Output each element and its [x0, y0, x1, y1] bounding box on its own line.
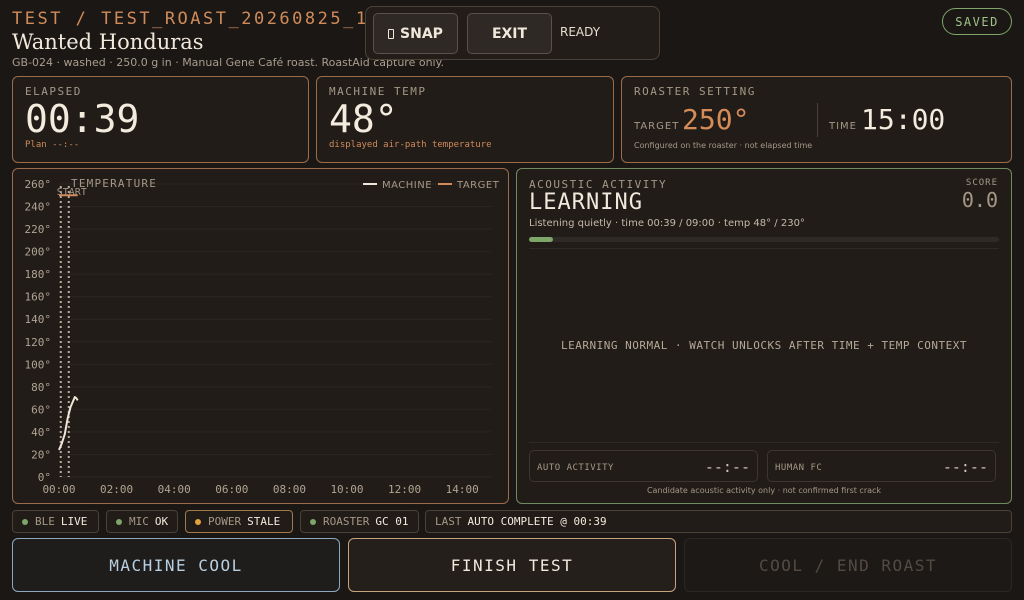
last-label: LAST — [435, 515, 462, 528]
roaster-status: ROASTER GC 01 — [300, 510, 419, 533]
mic-status: MIC OK — [106, 510, 178, 533]
learning-progress-fill — [529, 237, 553, 242]
bean-name: Wanted Honduras — [12, 30, 204, 54]
roaster-setting-label: ROASTER SETTING — [634, 85, 756, 98]
power-value: STALE — [247, 515, 281, 528]
x-tick-label: 14:00 — [446, 483, 479, 496]
legend-label: TARGET — [456, 180, 500, 191]
divider — [529, 248, 999, 249]
human-fc-value: --:-- — [942, 458, 988, 476]
session-title: TEST / TEST_ROAST_20260825_190945 — [12, 9, 372, 29]
roaster-value: GC 01 — [375, 515, 409, 528]
power-status: POWER STALE — [185, 510, 293, 533]
machine-temp-note: displayed air-path temperature — [329, 140, 492, 150]
machine-cool-button[interactable]: MACHINE COOL — [12, 538, 340, 592]
temperature-chart: 0°20°40°60°80°100°120°140°160°180°200°22… — [25, 177, 500, 496]
acoustic-footnote: Candidate acoustic activity only · not c… — [646, 486, 882, 495]
human-fc-label: HUMAN FC — [775, 463, 823, 473]
elapsed-card: ELAPSED 00:39 Plan --:-- — [12, 76, 309, 163]
temperature-chart-card: 0° 20° 40° 60° 80° 100° 120° 140° 160° 180° 200° 22… — [12, 168, 509, 504]
cool-end-roast-button[interactable]: COOL / END ROAST — [684, 538, 1012, 592]
machine-temp-value: 48° — [329, 97, 398, 141]
x-tick-label: 12:00 — [388, 483, 421, 496]
y-tick-label: 180° — [25, 268, 52, 281]
snap-button[interactable]: SNAP — [373, 13, 458, 54]
x-tick-label: 10:00 — [330, 483, 363, 496]
y-tick-label: 60° — [31, 403, 51, 416]
y-tick-label: 240° — [25, 201, 52, 214]
target-value: 250° — [682, 103, 750, 136]
floating-toolbar: SNAP EXIT READY — [365, 6, 660, 60]
ble-status: BLE LIVE — [12, 510, 99, 533]
x-tick-label: 04:00 — [158, 483, 191, 496]
last-value: AUTO COMPLETE @ 00:39 — [467, 515, 607, 528]
mic-label: MIC — [129, 515, 149, 528]
human-fc-box[interactable]: HUMAN FC --:-- — [767, 450, 996, 482]
y-tick-label: 120° — [25, 336, 52, 349]
auto-activity-label: AUTO ACTIVITY — [537, 463, 614, 473]
power-status-dot-icon — [195, 518, 201, 525]
time-value: 15:00 — [861, 103, 946, 136]
y-tick-label: 140° — [25, 313, 52, 326]
ble-value: LIVE — [60, 515, 88, 528]
x-tick-label: 08:00 — [273, 483, 306, 496]
machine-temp-card: MACHINE TEMP 48° displayed air-path temp… — [316, 76, 614, 163]
snap-label: SNAP — [400, 25, 443, 42]
time-label: TIME — [829, 121, 858, 132]
power-label: POWER — [208, 515, 242, 528]
x-tick-label: 06:00 — [215, 483, 248, 496]
toolbar-status: READY — [560, 25, 601, 39]
divider — [529, 442, 999, 443]
legend-label: MACHINE — [382, 180, 432, 191]
auto-activity-box: AUTO ACTIVITY --:-- — [529, 450, 758, 482]
roaster-status-dot-icon — [310, 518, 316, 525]
acoustic-subtitle: Listening quietly · time 00:39 / 09:00 ·… — [529, 218, 805, 229]
x-tick-label: 02:00 — [100, 483, 133, 496]
exit-button[interactable]: EXIT — [467, 13, 552, 54]
roaster-setting-note: Configured on the roaster · not elapsed … — [634, 141, 813, 150]
score-label: SCORE — [965, 178, 998, 188]
y-tick-label: 160° — [25, 291, 52, 304]
mic-value: OK — [154, 515, 169, 528]
y-tick-label: 40° — [31, 426, 51, 439]
y-tick-label: 200° — [25, 246, 52, 259]
ble-label: BLE — [35, 515, 55, 528]
mic-status-dot-icon — [116, 518, 122, 525]
ble-status-dot-icon — [22, 518, 28, 525]
acoustic-message: LEARNING NORMAL · WATCH UNLOCKS AFTER TI… — [561, 339, 967, 352]
setting-divider — [817, 103, 818, 137]
learning-progress-bar — [529, 237, 999, 242]
auto-activity-value: --:-- — [704, 458, 750, 476]
chart-title: TEMPERATURE — [71, 177, 157, 190]
plan-time: Plan --:-- — [25, 140, 80, 150]
elapsed-value: 00:39 — [25, 97, 140, 141]
acoustic-state: LEARNING — [529, 190, 643, 215]
y-tick-label: 80° — [31, 381, 51, 394]
y-tick-label: 260° — [25, 178, 52, 191]
roaster-label: ROASTER — [323, 515, 370, 528]
saved-badge: SAVED — [942, 8, 1012, 35]
x-tick-label: 00:00 — [42, 483, 75, 496]
roaster-setting-card: ROASTER SETTING TARGET 250° TIME 15:00 C… — [621, 76, 1012, 163]
y-tick-label: 20° — [31, 448, 51, 461]
target-label: TARGET — [634, 121, 680, 132]
snap-icon — [388, 28, 395, 39]
last-event-status: LAST AUTO COMPLETE @ 00:39 — [425, 510, 1012, 533]
y-tick-label: 100° — [25, 358, 52, 371]
acoustic-activity-card: ACOUSTIC ACTIVITY LEARNING Listening qui… — [516, 168, 1012, 504]
score-value: 0.0 — [961, 188, 998, 212]
finish-test-button[interactable]: FINISH TEST — [348, 538, 676, 592]
y-tick-label: 220° — [25, 223, 52, 236]
